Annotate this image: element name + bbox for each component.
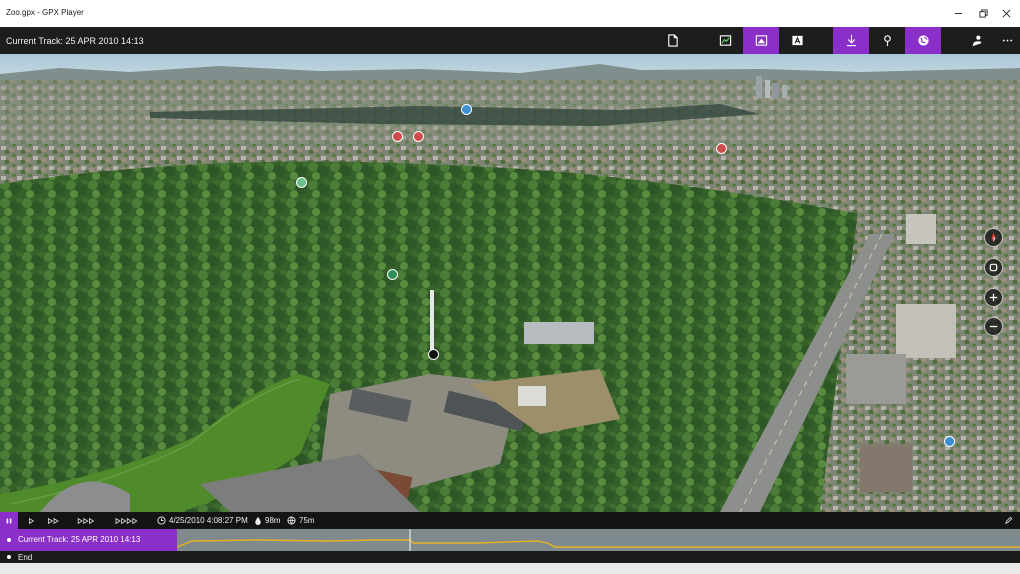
- globe-button[interactable]: [905, 27, 941, 54]
- current-track-label: Current Track: 25 APR 2010 14:13: [6, 36, 144, 46]
- compass-button[interactable]: [984, 228, 1003, 247]
- pause-button[interactable]: [0, 512, 18, 529]
- timeline-end-row[interactable]: End: [0, 551, 1020, 563]
- play-speed-1-button[interactable]: [22, 513, 40, 528]
- zoom-out-button[interactable]: [984, 317, 1003, 336]
- compass-icon: [991, 232, 996, 243]
- aerial-view-button[interactable]: [743, 27, 779, 54]
- pushpin-icon: [883, 35, 891, 47]
- labels-icon: [791, 35, 803, 46]
- more-icon: [1002, 39, 1012, 42]
- play-icon: [29, 517, 35, 524]
- zoom-in-button[interactable]: [984, 288, 1003, 307]
- fastest-forward-icon: [115, 517, 138, 524]
- globe-icon: [917, 35, 929, 46]
- zoom-out-icon: [989, 325, 998, 328]
- window-title: Zoo.gpx - GPX Player: [6, 8, 84, 17]
- zoom-in-icon: [989, 293, 998, 302]
- track-bullet-icon: [7, 538, 11, 542]
- aerial-scene: [0, 54, 1020, 512]
- end-bullet-icon: [7, 555, 11, 559]
- poi-marker[interactable]: [461, 104, 472, 115]
- document-icon: [667, 34, 678, 47]
- distance-value: 75m: [299, 516, 315, 525]
- playback-datetime: 4/25/2010 4:08:27 PM: [169, 516, 248, 525]
- title-bar: Zoo.gpx - GPX Player: [0, 0, 1020, 27]
- faster-forward-icon: [77, 517, 95, 524]
- map-view-button[interactable]: [707, 27, 743, 54]
- minimize-icon: [954, 13, 962, 14]
- distance-globe-icon: [287, 516, 296, 525]
- map-icon: [719, 35, 731, 46]
- track-position-marker[interactable]: [428, 349, 439, 360]
- poi-marker[interactable]: [944, 436, 955, 447]
- poi-marker[interactable]: [296, 177, 307, 188]
- pushpin-button[interactable]: [869, 27, 905, 54]
- fast-forward-icon: [48, 517, 59, 524]
- elevation-value: 98m: [265, 516, 281, 525]
- elevation-drop-icon: [255, 516, 261, 525]
- aerial-icon: [755, 35, 767, 46]
- aerial-map-view[interactable]: [0, 54, 1020, 512]
- restore-icon: [978, 9, 988, 18]
- poi-marker[interactable]: [392, 131, 403, 142]
- tilt-icon: [989, 263, 998, 272]
- poi-marker[interactable]: [413, 131, 424, 142]
- more-button[interactable]: [989, 27, 1020, 54]
- close-button[interactable]: [991, 0, 1020, 27]
- play-speed-4-button[interactable]: [108, 513, 148, 528]
- timeline-track-label: Current Track: 25 APR 2010 14:13: [18, 535, 141, 544]
- open-file-button[interactable]: [654, 27, 690, 54]
- close-icon: [1002, 9, 1010, 18]
- download-icon: [846, 34, 856, 47]
- timeline-track-selected[interactable]: Current Track: 25 APR 2010 14:13: [0, 529, 177, 551]
- play-speed-3-button[interactable]: [71, 513, 103, 528]
- app-toolbar: Current Track: 25 APR 2010 14:13: [0, 27, 1020, 54]
- pencil-icon: [1004, 516, 1012, 525]
- play-speed-2-button[interactable]: [42, 513, 66, 528]
- tilt-button[interactable]: [984, 258, 1003, 277]
- download-button[interactable]: [833, 27, 869, 54]
- elevation-profile[interactable]: [176, 529, 1020, 551]
- poi-marker[interactable]: [716, 143, 727, 154]
- elevation-profile-graph: [176, 529, 1020, 551]
- share-icon: [972, 35, 981, 47]
- track-timeline: Current Track: 25 APR 2010 14:13: [0, 529, 1020, 551]
- edit-button[interactable]: [999, 513, 1017, 528]
- poi-marker[interactable]: [387, 269, 398, 280]
- timeline-end-label: End: [18, 553, 33, 562]
- playback-bar: 4/25/2010 4:08:27 PM 98m 75m: [0, 512, 1020, 529]
- pause-icon: [6, 518, 12, 523]
- clock-icon: [157, 516, 166, 525]
- label-view-button[interactable]: [779, 27, 815, 54]
